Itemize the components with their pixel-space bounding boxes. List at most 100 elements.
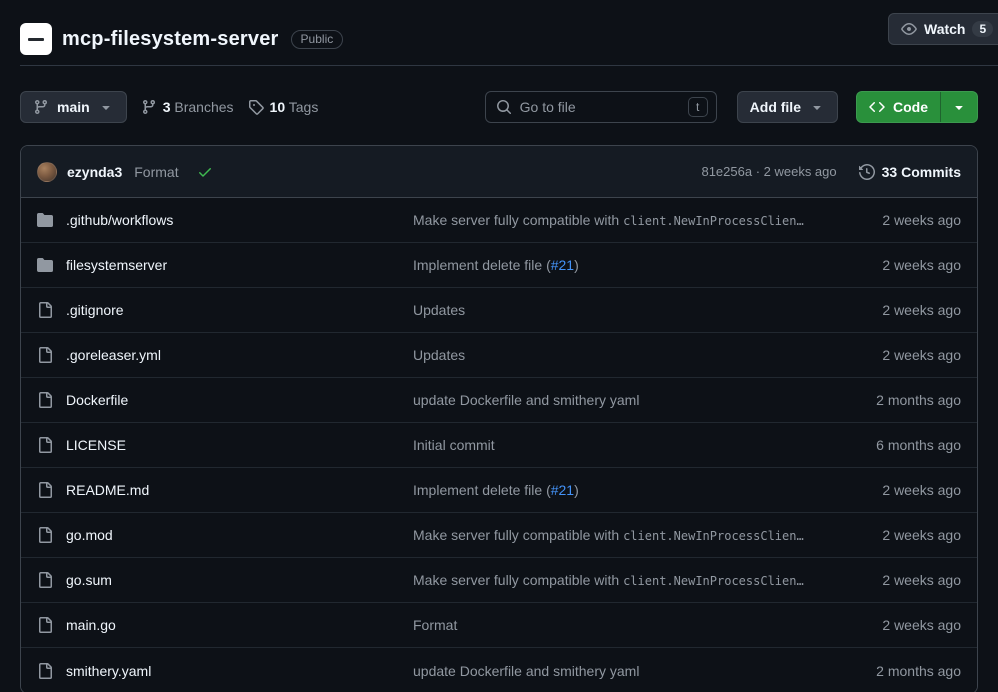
file-icon xyxy=(37,347,53,363)
commit-date: 2 weeks ago xyxy=(811,527,961,543)
file-icon xyxy=(37,663,53,679)
commits-text: 33 Commits xyxy=(882,164,961,180)
add-file-button[interactable]: Add file xyxy=(737,91,838,123)
table-row: main.go Format 2 weeks ago xyxy=(21,603,977,648)
file-icon xyxy=(37,392,53,408)
code-dropdown-caret[interactable] xyxy=(940,92,977,122)
row-commit-message-link[interactable]: Updates xyxy=(413,302,465,318)
file-name-cell: README.md xyxy=(37,482,413,498)
inline-code: client.NewInProcessClien… xyxy=(623,529,804,543)
commit-message-cell: update Dockerfile and smithery yaml xyxy=(413,392,811,408)
file-name-cell: smithery.yaml xyxy=(37,663,413,679)
file-name-cell: go.mod xyxy=(37,527,413,543)
search-icon xyxy=(496,99,512,115)
commit-date: 2 weeks ago xyxy=(811,617,961,633)
tags-link[interactable]: 10 Tags xyxy=(248,99,319,115)
file-name-cell: main.go xyxy=(37,617,413,633)
file-icon xyxy=(37,437,53,453)
inline-code: client.NewInProcessClien… xyxy=(623,574,804,588)
commit-date: 2 months ago xyxy=(811,663,961,679)
row-commit-message-link[interactable]: Make server fully compatible with client… xyxy=(413,572,804,588)
branches-link[interactable]: 3 Branches xyxy=(141,99,234,115)
table-row: go.mod Make server fully compatible with… xyxy=(21,513,977,558)
table-row: LICENSE Initial commit 6 months ago xyxy=(21,423,977,468)
commit-message-cell: Implement delete file (#21) xyxy=(413,257,811,273)
checks-status-icon[interactable] xyxy=(197,164,213,180)
go-to-file-search[interactable]: t xyxy=(485,91,717,123)
add-file-label: Add file xyxy=(750,99,801,115)
commit-message-cell: Updates xyxy=(413,347,811,363)
file-icon xyxy=(37,527,53,543)
tag-icon xyxy=(248,99,264,115)
latest-commit-bar: ezynda3 Format 81e256a · 2 weeks ago 33 … xyxy=(21,146,977,198)
watch-count-badge: 5 xyxy=(972,21,993,37)
row-commit-message-link[interactable]: Make server fully compatible with client… xyxy=(413,212,804,228)
file-link[interactable]: smithery.yaml xyxy=(66,663,151,679)
branch-selector[interactable]: main xyxy=(20,91,127,123)
file-name-cell: LICENSE xyxy=(37,437,413,453)
commit-date: 2 weeks ago xyxy=(811,572,961,588)
commit-date: 2 months ago xyxy=(811,392,961,408)
toolbar-right: t Add file Code xyxy=(485,91,978,123)
row-commit-message-link[interactable]: update Dockerfile and smithery yaml xyxy=(413,392,639,408)
chevron-down-icon xyxy=(98,99,114,115)
row-commit-message-link[interactable]: Updates xyxy=(413,347,465,363)
commit-author-avatar[interactable] xyxy=(37,162,57,182)
row-commit-message-link[interactable]: Implement delete file (#21) xyxy=(413,482,579,498)
repo-page: mcp-filesystem-server Public Watch 5 mai… xyxy=(0,0,998,692)
file-link[interactable]: LICENSE xyxy=(66,437,126,453)
commit-author-link[interactable]: ezynda3 xyxy=(67,164,122,180)
file-icon xyxy=(37,617,53,633)
git-branch-icon xyxy=(141,99,157,115)
eye-icon xyxy=(901,21,917,37)
file-link[interactable]: README.md xyxy=(66,482,149,498)
table-row: smithery.yaml update Dockerfile and smit… xyxy=(21,648,977,692)
toolbar: main 3 Branches 10 Tags xyxy=(20,91,978,123)
row-commit-message-link[interactable]: Implement delete file (#21) xyxy=(413,257,579,273)
commit-message-cell: Format xyxy=(413,617,811,633)
code-icon xyxy=(869,99,885,115)
commit-message-link[interactable]: Format xyxy=(134,164,178,180)
code-button-main[interactable]: Code xyxy=(857,92,940,122)
repo-avatar xyxy=(20,23,52,55)
row-commit-message-link[interactable]: Initial commit xyxy=(413,437,495,453)
search-input[interactable] xyxy=(520,99,680,115)
row-commit-message-link[interactable]: Format xyxy=(413,617,457,633)
repo-header: mcp-filesystem-server Public Watch 5 xyxy=(20,0,978,65)
table-row: Dockerfile update Dockerfile and smither… xyxy=(21,378,977,423)
file-name-cell: Dockerfile xyxy=(37,392,413,408)
file-link[interactable]: main.go xyxy=(66,617,116,633)
commit-date: 2 weeks ago xyxy=(811,302,961,318)
file-link[interactable]: go.mod xyxy=(66,527,113,543)
file-link[interactable]: .goreleaser.yml xyxy=(66,347,161,363)
watch-button[interactable]: Watch 5 xyxy=(888,13,998,45)
folder-icon xyxy=(37,257,53,273)
file-name-cell: .gitignore xyxy=(37,302,413,318)
file-link[interactable]: Dockerfile xyxy=(66,392,128,408)
commit-history-link[interactable]: 33 Commits xyxy=(859,164,961,180)
visibility-badge: Public xyxy=(291,30,344,49)
commit-date: 2 weeks ago xyxy=(811,212,961,228)
header-divider xyxy=(20,65,998,66)
issue-link[interactable]: #21 xyxy=(551,482,574,498)
file-link[interactable]: go.sum xyxy=(66,572,112,588)
commit-message-cell: Make server fully compatible with client… xyxy=(413,527,811,543)
file-link[interactable]: .gitignore xyxy=(66,302,124,318)
row-commit-message-link[interactable]: Make server fully compatible with client… xyxy=(413,527,804,543)
file-link[interactable]: filesystemserver xyxy=(66,257,167,273)
git-branch-icon xyxy=(33,99,49,115)
file-link[interactable]: .github/workflows xyxy=(66,212,173,228)
shortcut-key-hint: t xyxy=(688,97,708,117)
table-row: .gitignore Updates 2 weeks ago xyxy=(21,288,977,333)
table-row: .github/workflows Make server fully comp… xyxy=(21,198,977,243)
file-name-cell: filesystemserver xyxy=(37,257,413,273)
file-icon xyxy=(37,302,53,318)
commit-message-cell: Updates xyxy=(413,302,811,318)
commit-message-cell: update Dockerfile and smithery yaml xyxy=(413,663,811,679)
row-commit-message-link[interactable]: update Dockerfile and smithery yaml xyxy=(413,663,639,679)
commit-sha-time[interactable]: 81e256a · 2 weeks ago xyxy=(701,164,836,179)
code-button-label: Code xyxy=(893,99,928,115)
issue-link[interactable]: #21 xyxy=(551,257,574,273)
commit-message-cell: Implement delete file (#21) xyxy=(413,482,811,498)
code-button[interactable]: Code xyxy=(856,91,978,123)
